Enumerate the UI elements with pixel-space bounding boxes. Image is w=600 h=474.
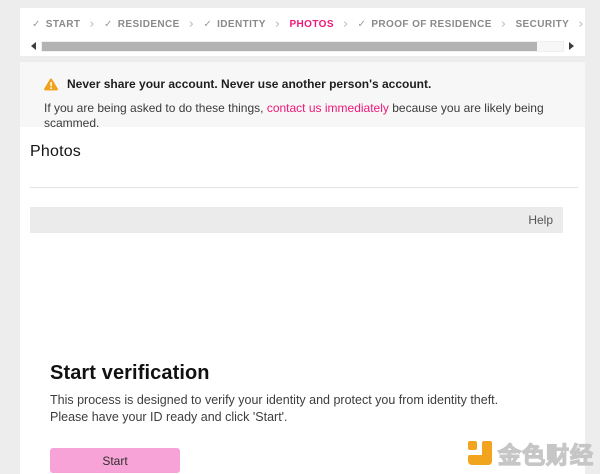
main-card: Photos Help Start verification This proc… bbox=[20, 127, 585, 474]
horizontal-scrollbar[interactable] bbox=[30, 40, 575, 52]
stepper-item-start[interactable]: ✓ START bbox=[32, 19, 80, 30]
check-icon: ✓ bbox=[32, 19, 41, 30]
stepper-item-proof-of-residence[interactable]: ✓ PROOF OF RESIDENCE bbox=[358, 19, 492, 30]
stepper-item-photos[interactable]: PHOTOS bbox=[289, 19, 333, 30]
stepper-item-label: START bbox=[46, 19, 81, 30]
widget-header: Help bbox=[30, 207, 563, 233]
verification-page: ✓ START › ✓ RESIDENCE › ✓ IDENTITY › PHOTOS › ✓ PROO… bbox=[0, 0, 600, 474]
stepper: ✓ START › ✓ RESIDENCE › ✓ IDENTITY › PHOTOS › ✓ PROO… bbox=[20, 8, 585, 34]
stepper-item-label: PROOF OF RESIDENCE bbox=[371, 19, 492, 30]
jinse-logo-icon bbox=[467, 440, 493, 466]
warning-banner: Never share your account. Never use anot… bbox=[20, 62, 585, 127]
warning-icon bbox=[44, 78, 58, 91]
check-icon: ✓ bbox=[203, 19, 212, 30]
stepper-item-residence[interactable]: ✓ RESIDENCE bbox=[104, 19, 180, 30]
chevron-separator-icon: › bbox=[189, 17, 195, 32]
scrollbar-track[interactable] bbox=[41, 41, 564, 52]
stepper-item-label: IDENTITY bbox=[217, 19, 266, 30]
start-button[interactable]: Start bbox=[50, 448, 180, 473]
check-icon: ✓ bbox=[358, 19, 367, 30]
jinse-watermark: 金色财经 bbox=[467, 436, 594, 470]
chevron-separator-icon: › bbox=[501, 17, 507, 32]
chevron-separator-icon: › bbox=[578, 17, 584, 32]
widget-heading: Start verification bbox=[50, 362, 543, 385]
contact-us-link[interactable]: contact us immediately bbox=[267, 101, 389, 115]
banner-title: Never share your account. Never use anot… bbox=[67, 77, 431, 91]
chevron-separator-icon: › bbox=[275, 17, 281, 32]
section-divider bbox=[30, 187, 578, 188]
stepper-item-label: RESIDENCE bbox=[118, 19, 180, 30]
stepper-item-identity[interactable]: ✓ IDENTITY bbox=[203, 19, 266, 30]
verification-widget: Help Start verification This process is … bbox=[30, 207, 563, 474]
page-title: Photos bbox=[30, 143, 81, 161]
help-link[interactable]: Help bbox=[528, 213, 553, 227]
widget-description-line1: This process is designed to verify your … bbox=[50, 392, 543, 409]
scrollbar-thumb[interactable] bbox=[42, 42, 537, 51]
widget-description-line2: Please have your ID ready and click 'Sta… bbox=[50, 409, 543, 426]
scrollbar-left-arrow[interactable] bbox=[30, 40, 38, 52]
jinse-watermark-text: 金色财经 bbox=[498, 436, 594, 470]
widget-description: This process is designed to verify your … bbox=[50, 392, 543, 426]
stepper-item-label: SECURITY bbox=[515, 19, 569, 30]
scrollbar-right-arrow[interactable] bbox=[567, 40, 575, 52]
banner-body-prefix: If you are being asked to do these thing… bbox=[44, 101, 267, 115]
chevron-separator-icon: › bbox=[343, 17, 349, 32]
check-icon: ✓ bbox=[104, 19, 113, 30]
stepper-card: ✓ START › ✓ RESIDENCE › ✓ IDENTITY › PHOTOS › ✓ PROO… bbox=[20, 8, 585, 56]
chevron-separator-icon: › bbox=[89, 17, 95, 32]
stepper-item-label: PHOTOS bbox=[289, 19, 333, 30]
stepper-item-security[interactable]: SECURITY bbox=[515, 19, 569, 30]
